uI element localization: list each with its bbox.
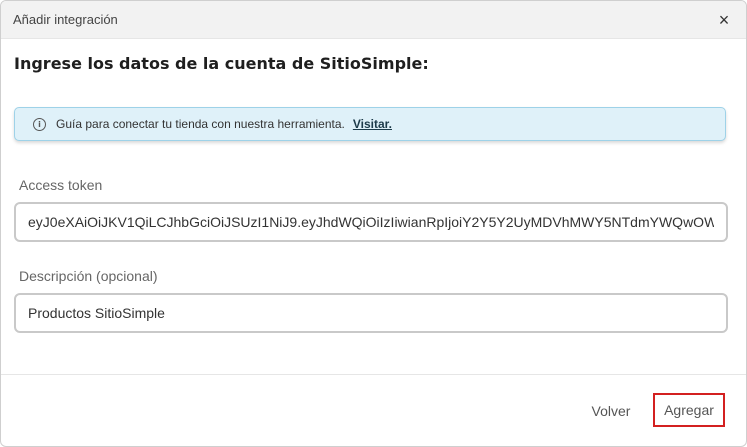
dialog-titlebar: Añadir integración × [1,1,746,39]
add-button[interactable]: Agregar [653,393,725,427]
dialog-title: Añadir integración [13,12,118,27]
add-integration-dialog: Añadir integración × Ingrese los datos d… [0,0,747,447]
close-icon[interactable]: × [714,10,734,30]
info-icon: i [33,117,46,131]
page-title: Ingrese los datos de la cuenta de SitioS… [14,54,429,73]
description-label: Descripción (opcional) [19,268,158,284]
description-input[interactable] [14,293,728,333]
visit-link[interactable]: Visitar. [353,117,392,131]
access-token-input[interactable] [14,202,728,242]
footer-divider [1,374,746,375]
info-banner: i Guía para conectar tu tienda con nuest… [14,107,726,141]
back-button[interactable]: Volver [584,396,638,426]
info-text: Guía para conectar tu tienda con nuestra… [56,117,345,131]
access-token-label: Access token [19,177,103,193]
